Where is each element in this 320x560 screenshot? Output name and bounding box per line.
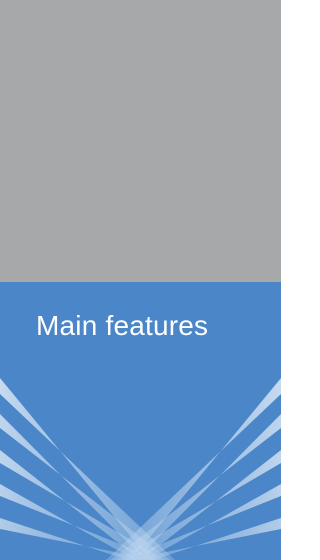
blue-title-band: Main features	[0, 282, 281, 560]
gray-header-band	[0, 0, 281, 282]
feature-panel: Main features	[0, 0, 281, 560]
decorative-light-rays	[0, 378, 281, 560]
